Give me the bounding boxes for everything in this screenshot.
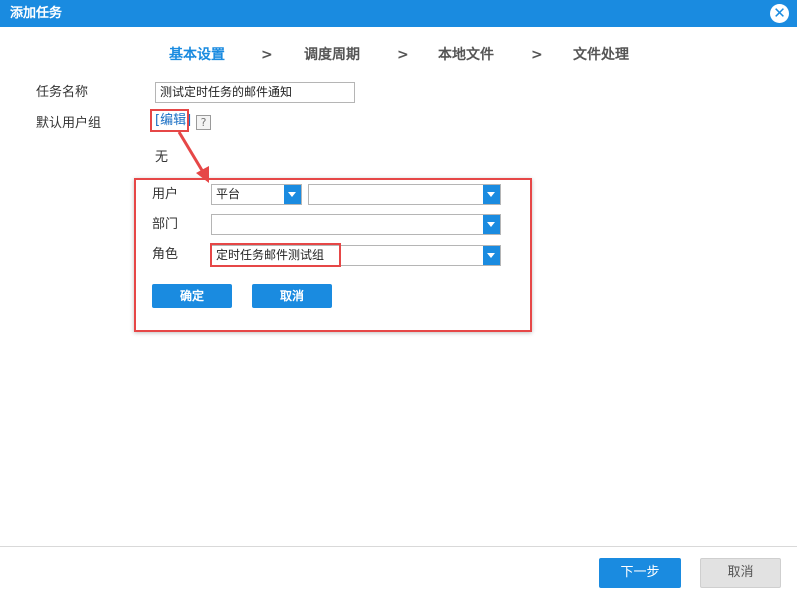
next-step-button[interactable]: 下一步 [599, 558, 681, 588]
add-task-dialog: 添加任务 ✕ 基本设置 > 调度周期 > 本地文件 > 文件处理 任务名称 测试… [0, 0, 797, 597]
footer-divider [0, 546, 797, 547]
footer-cancel-button[interactable]: 取消 [700, 558, 781, 588]
annotation-arrow-icon [177, 131, 209, 183]
